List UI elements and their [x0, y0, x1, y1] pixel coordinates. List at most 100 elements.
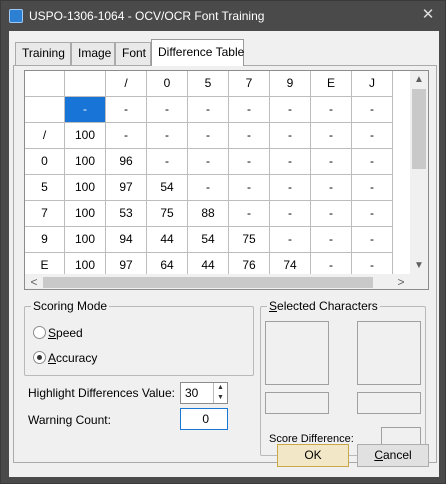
table-cell[interactable]: - [188, 149, 229, 175]
table-cell[interactable]: - [311, 227, 352, 253]
table-cell[interactable]: - [270, 175, 311, 201]
table-cell[interactable]: - [311, 253, 352, 274]
table-cell[interactable]: - [147, 97, 188, 123]
table-cell[interactable]: - [311, 97, 352, 123]
table-cell[interactable]: 54 [188, 227, 229, 253]
ok-button[interactable]: OK [277, 444, 349, 467]
row-header[interactable]: 9 [25, 227, 65, 253]
scroll-up-icon[interactable]: ▲ [410, 71, 428, 88]
table-cell[interactable]: - [311, 123, 352, 149]
tab-image[interactable]: Image [71, 42, 115, 65]
stepper-buttons[interactable]: ▲ ▼ [213, 383, 227, 403]
column-header[interactable]: / [106, 71, 147, 97]
accuracy-radio-icon[interactable] [33, 351, 46, 365]
table-cell[interactable]: 100 [65, 149, 106, 175]
column-header[interactable]: J [352, 71, 393, 97]
table-cell[interactable]: 64 [147, 253, 188, 274]
column-header[interactable]: 9 [270, 71, 311, 97]
table-cell[interactable]: - [352, 149, 393, 175]
table-cell[interactable]: 100 [65, 123, 106, 149]
horizontal-scroll-thumb[interactable] [43, 277, 373, 288]
table-cell[interactable]: - [352, 253, 393, 274]
table-cell[interactable]: 100 [65, 227, 106, 253]
table-cell[interactable]: 74 [270, 253, 311, 274]
table-cell[interactable]: - [270, 149, 311, 175]
table-cell[interactable]: 53 [106, 201, 147, 227]
table-cell[interactable]: - [311, 149, 352, 175]
table-cell[interactable]: - [188, 123, 229, 149]
speed-radio-icon[interactable] [33, 326, 46, 340]
highlight-value[interactable]: 30 [185, 386, 198, 400]
column-header[interactable] [65, 71, 106, 97]
table-cell[interactable]: - [352, 201, 393, 227]
difference-grid[interactable]: /0 5 7 9 E J - - - - - - - -/100- - - - - - -0 100 96- - - - - -5 1… [24, 70, 429, 290]
table-cell[interactable]: - [229, 97, 270, 123]
table-cell[interactable]: - [229, 201, 270, 227]
table-cell[interactable]: - [352, 175, 393, 201]
table-cell[interactable]: 97 [106, 175, 147, 201]
table-cell[interactable]: 88 [188, 201, 229, 227]
tab-training[interactable]: Training [15, 42, 71, 65]
column-header[interactable]: 0 [147, 71, 188, 97]
table-cell[interactable]: - [270, 97, 311, 123]
table-cell[interactable]: - [311, 175, 352, 201]
close-button[interactable]: ✕ [415, 4, 441, 26]
row-header[interactable]: 7 [25, 201, 65, 227]
horizontal-scrollbar[interactable]: < > [25, 274, 410, 289]
cancel-button[interactable]: Cancel [357, 444, 429, 467]
grid-cells: /0 5 7 9 E J - - - - - - - -/100- - - - - - -0 100 96- - - - - -5 1… [25, 71, 409, 274]
warning-count-value[interactable]: 0 [202, 412, 209, 426]
table-cell[interactable]: - [106, 123, 147, 149]
stepper-up-icon[interactable]: ▲ [214, 383, 227, 393]
table-cell[interactable]: - [188, 97, 229, 123]
table-cell[interactable]: 97 [106, 253, 147, 274]
table-cell[interactable]: 100 [65, 175, 106, 201]
table-cell[interactable]: 54 [147, 175, 188, 201]
table-cell[interactable]: - [229, 149, 270, 175]
column-header[interactable]: 5 [188, 71, 229, 97]
table-cell[interactable]: - [311, 201, 352, 227]
row-header[interactable]: E [25, 253, 65, 274]
table-cell[interactable]: 94 [106, 227, 147, 253]
column-header[interactable]: 7 [229, 71, 270, 97]
scroll-left-icon[interactable]: < [25, 274, 43, 289]
table-cell[interactable]: - [270, 123, 311, 149]
row-header[interactable]: 0 [25, 149, 65, 175]
table-cell[interactable]: - [188, 175, 229, 201]
tab-font[interactable]: Font [115, 42, 151, 65]
table-cell[interactable]: - [106, 97, 147, 123]
table-cell[interactable]: - [352, 123, 393, 149]
table-cell[interactable]: 75 [229, 227, 270, 253]
selected-cell[interactable]: - [65, 97, 106, 123]
table-cell[interactable]: 100 [65, 253, 106, 274]
table-cell[interactable]: 44 [188, 253, 229, 274]
table-cell[interactable]: 96 [106, 149, 147, 175]
table-cell[interactable]: - [229, 123, 270, 149]
table-cell[interactable]: 75 [147, 201, 188, 227]
scroll-right-icon[interactable]: > [392, 274, 410, 289]
row-header[interactable] [25, 97, 65, 123]
table-cell[interactable]: - [270, 227, 311, 253]
table-cell[interactable]: 44 [147, 227, 188, 253]
column-header[interactable] [25, 71, 65, 97]
column-header[interactable]: E [311, 71, 352, 97]
table-cell[interactable]: - [352, 227, 393, 253]
table-cell[interactable]: - [229, 175, 270, 201]
table-cell[interactable]: 100 [65, 201, 106, 227]
vertical-scroll-thumb[interactable] [412, 89, 426, 169]
tab-difference-table[interactable]: Difference Table [151, 39, 244, 66]
stepper-down-icon[interactable]: ▼ [214, 393, 227, 403]
table-cell[interactable]: - [270, 201, 311, 227]
highlight-value-stepper[interactable]: 30 ▲ ▼ [180, 382, 228, 404]
vertical-scrollbar[interactable]: ▲ ▼ [410, 71, 428, 274]
scroll-down-icon[interactable]: ▼ [410, 257, 428, 274]
speed-radio[interactable]: Speed [33, 325, 83, 343]
table-cell[interactable]: - [147, 149, 188, 175]
row-header[interactable]: / [25, 123, 65, 149]
accuracy-radio[interactable]: Accuracy [33, 350, 97, 368]
table-cell[interactable]: 76 [229, 253, 270, 274]
row-header[interactable]: 5 [25, 175, 65, 201]
table-cell[interactable]: - [147, 123, 188, 149]
warning-count-field[interactable]: 0 [180, 408, 228, 430]
table-cell[interactable]: - [352, 97, 393, 123]
